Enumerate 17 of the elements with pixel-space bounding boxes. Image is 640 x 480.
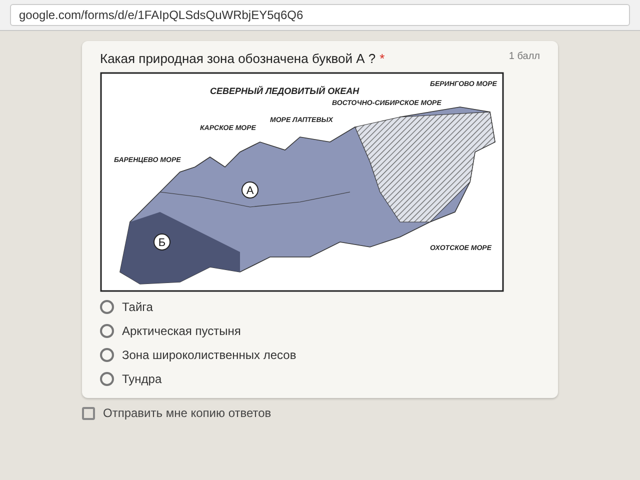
- radio-button[interactable]: [100, 324, 114, 338]
- radio-button[interactable]: [100, 372, 114, 386]
- question-text: Какая природная зона обозначена буквой А ?: [100, 51, 376, 66]
- map-marker: Б: [154, 234, 170, 250]
- option-label: Тундра: [122, 372, 162, 386]
- option-label: Тайга: [122, 300, 153, 314]
- points-label: 1 балл: [508, 51, 540, 62]
- address-bar[interactable]: google.com/forms/d/e/1FAIpQLSdsQuWRbjEY5q6Q6: [10, 4, 630, 26]
- required-mark: *: [380, 51, 385, 66]
- map-marker: А: [242, 182, 258, 198]
- radio-button[interactable]: [100, 300, 114, 314]
- sea-label: СЕВЕРНЫЙ ЛЕДОВИТЫЙ ОКЕАН: [210, 86, 360, 96]
- checkbox[interactable]: [82, 406, 95, 420]
- send-copy-label: Отправить мне копию ответов: [103, 406, 272, 420]
- option-label: Зона широколиственных лесов: [122, 348, 296, 362]
- option-label: Арктическая пустыня: [122, 324, 241, 338]
- radio-button[interactable]: [100, 348, 114, 362]
